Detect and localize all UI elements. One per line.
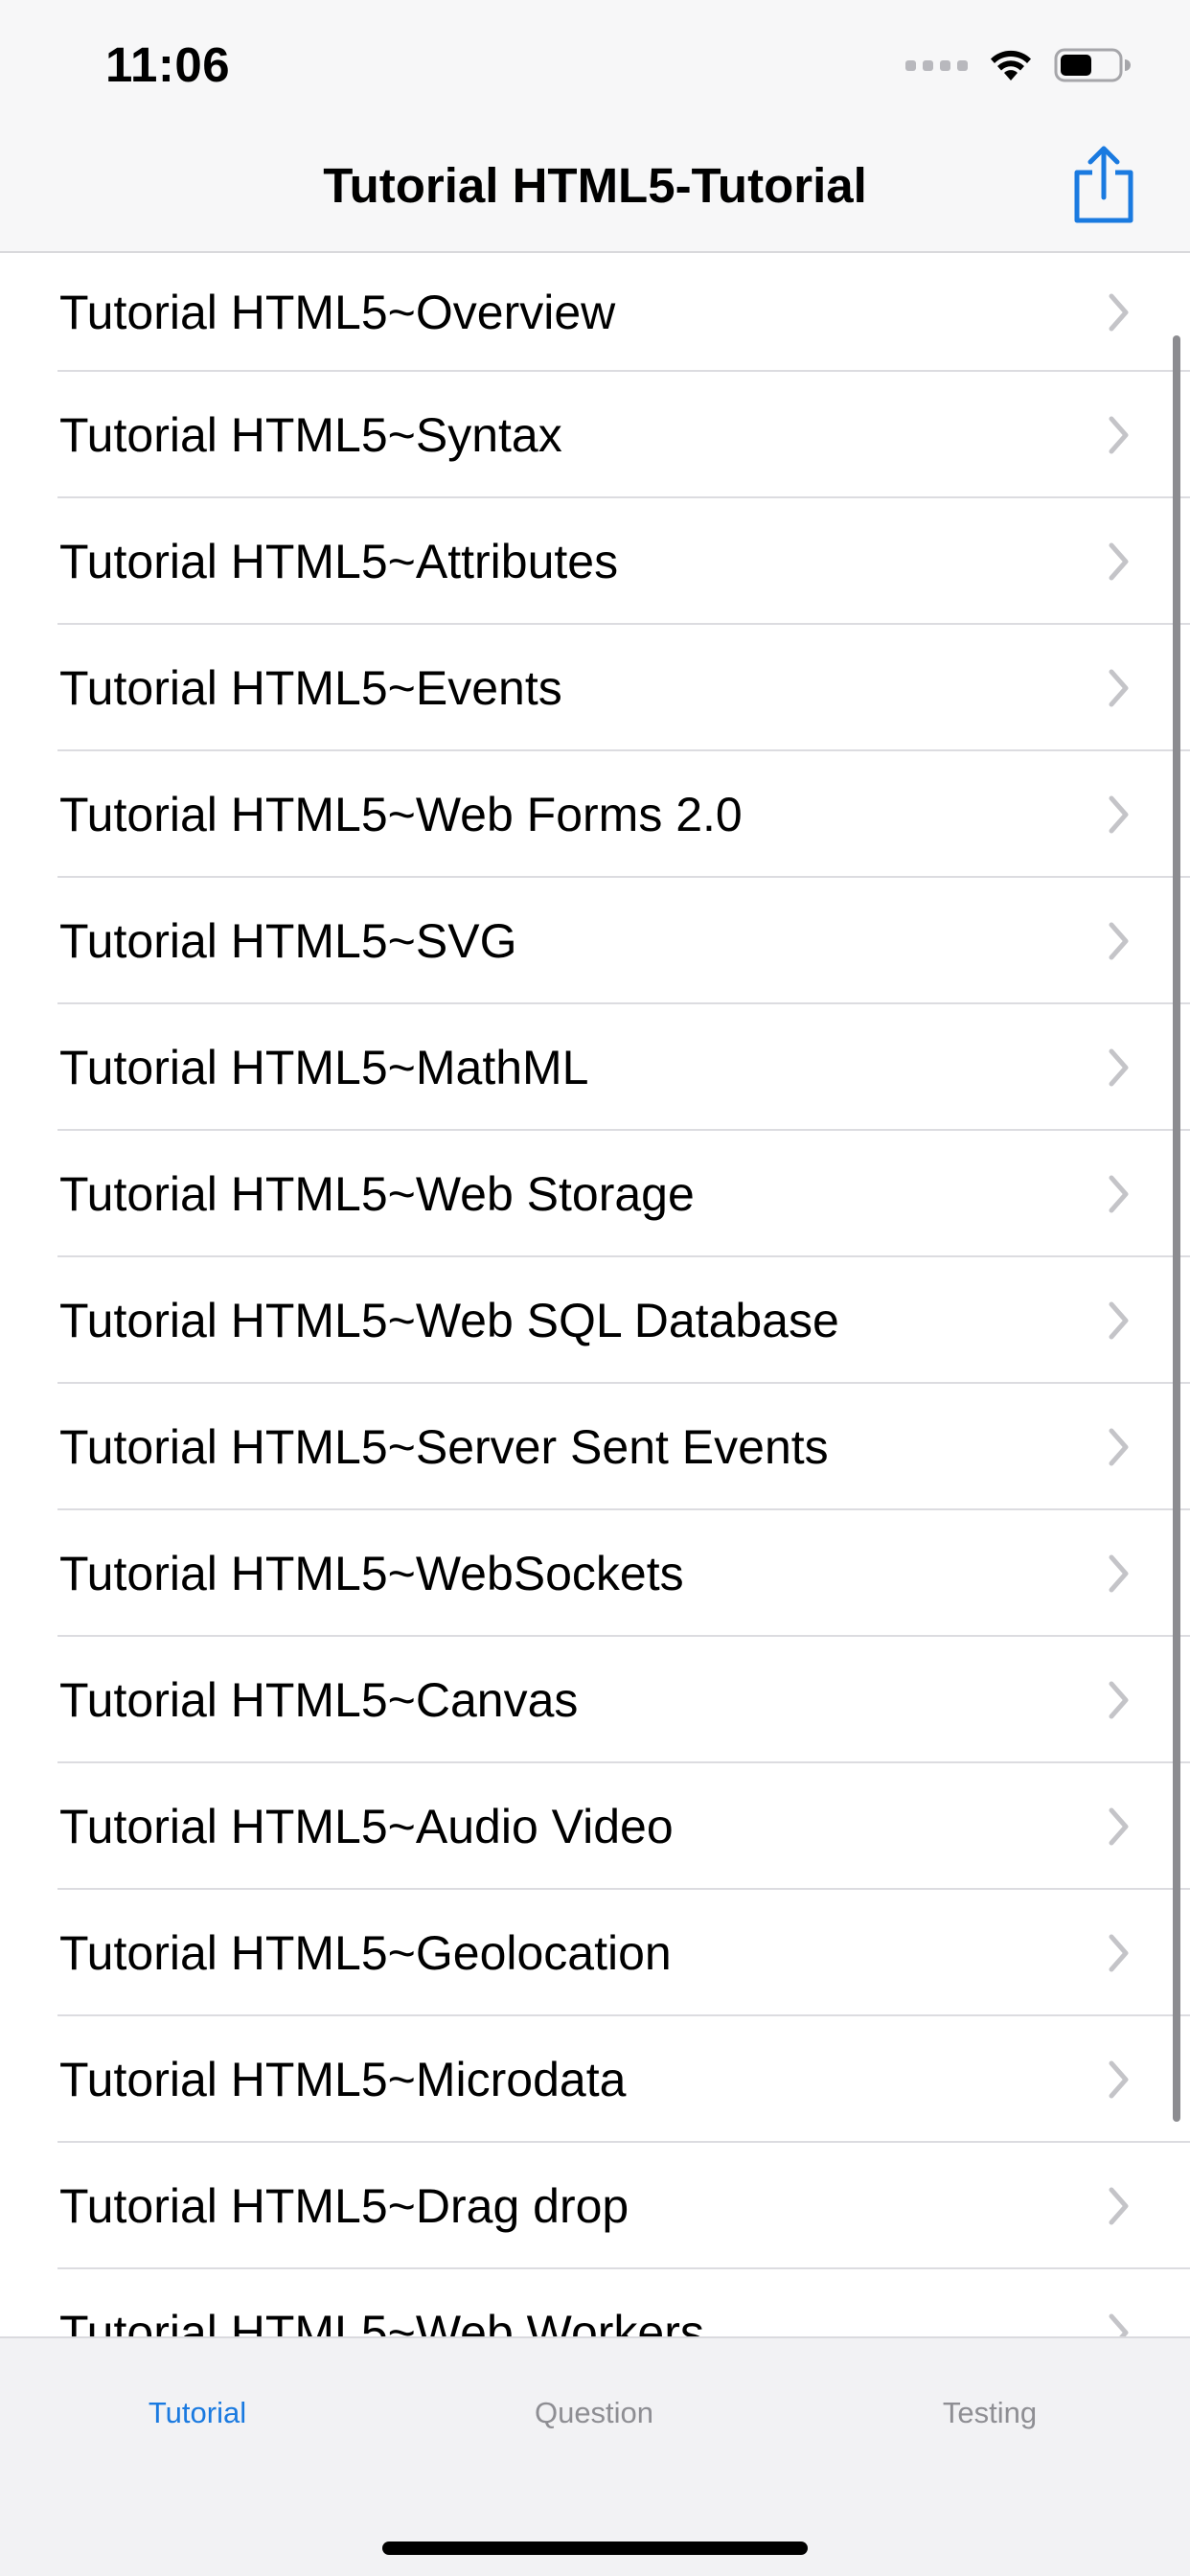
- list-item[interactable]: Tutorial HTML5~Server Sent Events: [0, 1384, 1190, 1510]
- list-item[interactable]: Tutorial HTML5~Overview: [0, 253, 1190, 372]
- chevron-right-icon: [1109, 1301, 1129, 1340]
- list-item-label: Tutorial HTML5~Microdata: [59, 2053, 627, 2106]
- list-item-label: Tutorial HTML5~Overview: [59, 286, 616, 339]
- chevron-right-icon: [1109, 1048, 1129, 1087]
- chevron-right-icon: [1109, 2060, 1129, 2099]
- cellular-signal-icon: [905, 59, 968, 71]
- screen: 11:06 Tutorial HTML5-Tutorial Tutorial H…: [0, 0, 1190, 2576]
- tab-tutorial[interactable]: Tutorial: [149, 2396, 246, 2430]
- list-item[interactable]: Tutorial HTML5~WebSockets: [0, 1510, 1190, 1637]
- list-item[interactable]: Tutorial HTML5~Drag drop: [0, 2143, 1190, 2269]
- list-item-label: Tutorial HTML5~Drag drop: [59, 2179, 629, 2233]
- chevron-right-icon: [1109, 2313, 1129, 2336]
- chevron-right-icon: [1109, 922, 1129, 960]
- chevron-right-icon: [1109, 1807, 1129, 1846]
- list-item[interactable]: Tutorial HTML5~Canvas: [0, 1637, 1190, 1763]
- chevron-right-icon: [1109, 2187, 1129, 2225]
- chevron-right-icon: [1109, 1934, 1129, 1972]
- list-item[interactable]: Tutorial HTML5~Events: [0, 625, 1190, 751]
- tab-bar: Tutorial Question Testing: [0, 2336, 1190, 2576]
- chevron-right-icon: [1109, 293, 1129, 332]
- list-item-label: Tutorial HTML5~Web Forms 2.0: [59, 788, 743, 841]
- list-item-label: Tutorial HTML5~Web Workers: [59, 2306, 704, 2336]
- list-item-label: Tutorial HTML5~WebSockets: [59, 1547, 684, 1600]
- list-item[interactable]: Tutorial HTML5~Web Storage: [0, 1131, 1190, 1257]
- list-item[interactable]: Tutorial HTML5~Geolocation: [0, 1890, 1190, 2016]
- list-item[interactable]: Tutorial HTML5~Web Workers: [0, 2269, 1190, 2336]
- list-item[interactable]: Tutorial HTML5~Microdata: [0, 2016, 1190, 2143]
- list-item-label: Tutorial HTML5~Events: [59, 661, 562, 715]
- list-item-label: Tutorial HTML5~Server Sent Events: [59, 1420, 829, 1474]
- wifi-icon: [991, 50, 1031, 80]
- chevron-right-icon: [1109, 1554, 1129, 1593]
- list-item[interactable]: Tutorial HTML5~Audio Video: [0, 1763, 1190, 1890]
- chevron-right-icon: [1109, 1175, 1129, 1213]
- tab-question[interactable]: Question: [535, 2396, 653, 2430]
- list-item-label: Tutorial HTML5~Audio Video: [59, 1800, 674, 1853]
- list-item-label: Tutorial HTML5~Geolocation: [59, 1926, 672, 1980]
- chevron-right-icon: [1109, 542, 1129, 581]
- share-button[interactable]: [1067, 144, 1140, 224]
- list-item-label: Tutorial HTML5~SVG: [59, 914, 517, 968]
- list-item-label: Tutorial HTML5~MathML: [59, 1041, 589, 1094]
- list-item-label: Tutorial HTML5~Web Storage: [59, 1167, 695, 1221]
- chevron-right-icon: [1109, 795, 1129, 834]
- page-title: Tutorial HTML5-Tutorial: [323, 158, 867, 213]
- status-icons: [905, 42, 1131, 88]
- list-item[interactable]: Tutorial HTML5~SVG: [0, 878, 1190, 1004]
- share-icon: [1074, 146, 1133, 223]
- scroll-indicator[interactable]: [1173, 335, 1180, 2122]
- list-item-label: Tutorial HTML5~Syntax: [59, 408, 562, 462]
- tab-testing[interactable]: Testing: [943, 2396, 1037, 2430]
- home-indicator[interactable]: [382, 2542, 808, 2555]
- chevron-right-icon: [1109, 1428, 1129, 1466]
- list-item[interactable]: Tutorial HTML5~Web SQL Database: [0, 1257, 1190, 1384]
- list-item[interactable]: Tutorial HTML5~Syntax: [0, 372, 1190, 498]
- list-item-label: Tutorial HTML5~Attributes: [59, 535, 619, 588]
- chevron-right-icon: [1109, 416, 1129, 454]
- chevron-right-icon: [1109, 1681, 1129, 1719]
- tutorial-list[interactable]: Tutorial HTML5~Overview Tutorial HTML5~Sy…: [0, 253, 1190, 2336]
- list-item-label: Tutorial HTML5~Canvas: [59, 1673, 579, 1727]
- chevron-right-icon: [1109, 669, 1129, 707]
- top-bar: 11:06 Tutorial HTML5-Tutorial: [0, 0, 1190, 253]
- list-item[interactable]: Tutorial HTML5~MathML: [0, 1004, 1190, 1131]
- list-item-label: Tutorial HTML5~Web SQL Database: [59, 1294, 839, 1347]
- list-item[interactable]: Tutorial HTML5~Attributes: [0, 498, 1190, 625]
- list-item[interactable]: Tutorial HTML5~Web Forms 2.0: [0, 751, 1190, 878]
- status-time: 11:06: [105, 37, 231, 92]
- battery-icon: [1054, 48, 1131, 82]
